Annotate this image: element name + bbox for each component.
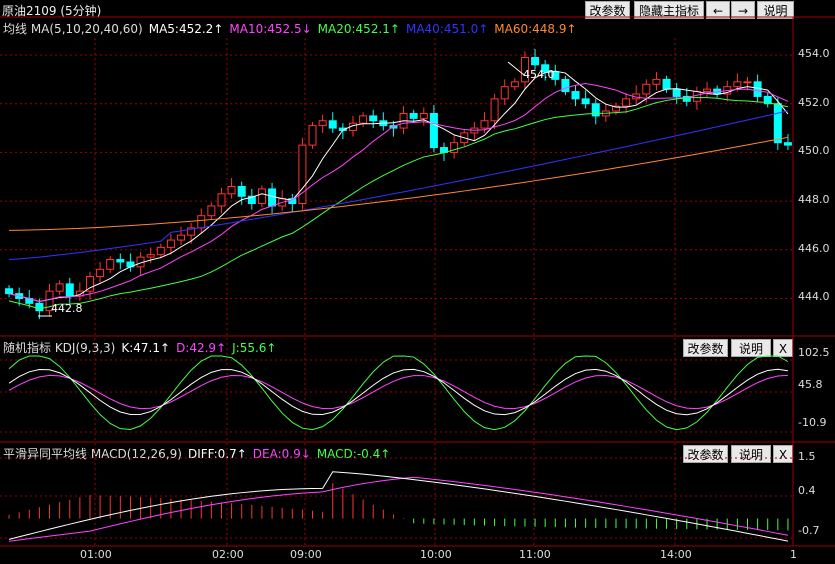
candle-down [35, 302, 44, 312]
candle-up [510, 81, 519, 88]
price-tick-label: 454.0 [798, 47, 830, 61]
ma20-line [8, 97, 789, 310]
price-tick-label: 450.0 [798, 144, 830, 158]
kdj-j-line [8, 355, 789, 431]
candle-down [429, 112, 438, 149]
candle-down [328, 120, 337, 129]
candle-down [581, 98, 590, 105]
candle-up [318, 120, 327, 127]
candle-up [500, 86, 509, 100]
candle-up [692, 91, 701, 102]
ma40-line [9, 110, 789, 261]
time-axis-label: 1 [790, 548, 797, 561]
candle-up [490, 98, 499, 122]
candle-up [652, 78, 661, 85]
candle-up [217, 193, 226, 207]
candle-down [662, 78, 671, 90]
candle-down [561, 78, 570, 93]
price-tick-label: 446.0 [798, 241, 830, 255]
candle-up [359, 115, 368, 124]
candle-up [703, 88, 712, 93]
candle-up [96, 268, 105, 278]
candle-up [480, 120, 489, 129]
macd-tick-label: 0.4 [798, 484, 816, 497]
candle-down [571, 91, 580, 100]
candle-up [156, 246, 165, 256]
macd-tick-label: 1.5 [798, 450, 816, 463]
candle-up [227, 186, 236, 195]
candle-up [106, 259, 115, 270]
high-annotation: 454.0 [523, 68, 555, 81]
candle-down [531, 56, 540, 66]
candle-up [197, 215, 206, 229]
kdj-tick-label: 45.8 [798, 378, 823, 391]
time-axis-label: 02:00 [212, 548, 244, 561]
candle-up [166, 239, 175, 248]
time-axis-label: 11:00 [519, 548, 551, 561]
candle-up [733, 81, 742, 88]
ma5-line [8, 70, 789, 303]
candle-up [207, 205, 216, 217]
candle-down [773, 103, 782, 144]
price-tick-label: 448.0 [798, 193, 830, 207]
time-axis-label: 09:00 [290, 548, 322, 561]
chart-canvas[interactable] [0, 0, 835, 564]
kdj-tick-label: -10.9 [798, 416, 827, 429]
candle-up [642, 83, 651, 95]
candle-down [591, 103, 600, 117]
candle-down [783, 142, 792, 146]
candle-down [65, 283, 74, 297]
low-annotation: 442.8 [51, 302, 83, 315]
price-tick-label: 444.0 [798, 290, 830, 304]
candle-down [237, 186, 246, 197]
candle-up [257, 188, 266, 205]
macd-tick-label: -0.7 [798, 524, 820, 537]
time-axis-label: 01:00 [80, 548, 112, 561]
candle-down [116, 259, 125, 263]
candle-up [177, 234, 186, 241]
candle-up [55, 283, 64, 292]
candle-up [622, 98, 631, 107]
candle-up [146, 254, 155, 258]
candle-up [419, 112, 428, 119]
candle-up [743, 81, 752, 84]
candle-down [409, 112, 418, 119]
ma60-line [9, 136, 789, 231]
kdj-tick-label: 102.5 [798, 346, 830, 359]
candle-down [672, 88, 681, 97]
candle-down [369, 115, 378, 122]
price-tick-label: 452.0 [798, 95, 830, 109]
time-axis-label: 14:00 [660, 548, 692, 561]
time-axis-label: 10:00 [420, 548, 452, 561]
candle-down [268, 188, 277, 207]
diff-line [8, 471, 789, 542]
candle-up [308, 125, 317, 146]
candle-down [5, 288, 14, 295]
dea-line [8, 476, 789, 542]
